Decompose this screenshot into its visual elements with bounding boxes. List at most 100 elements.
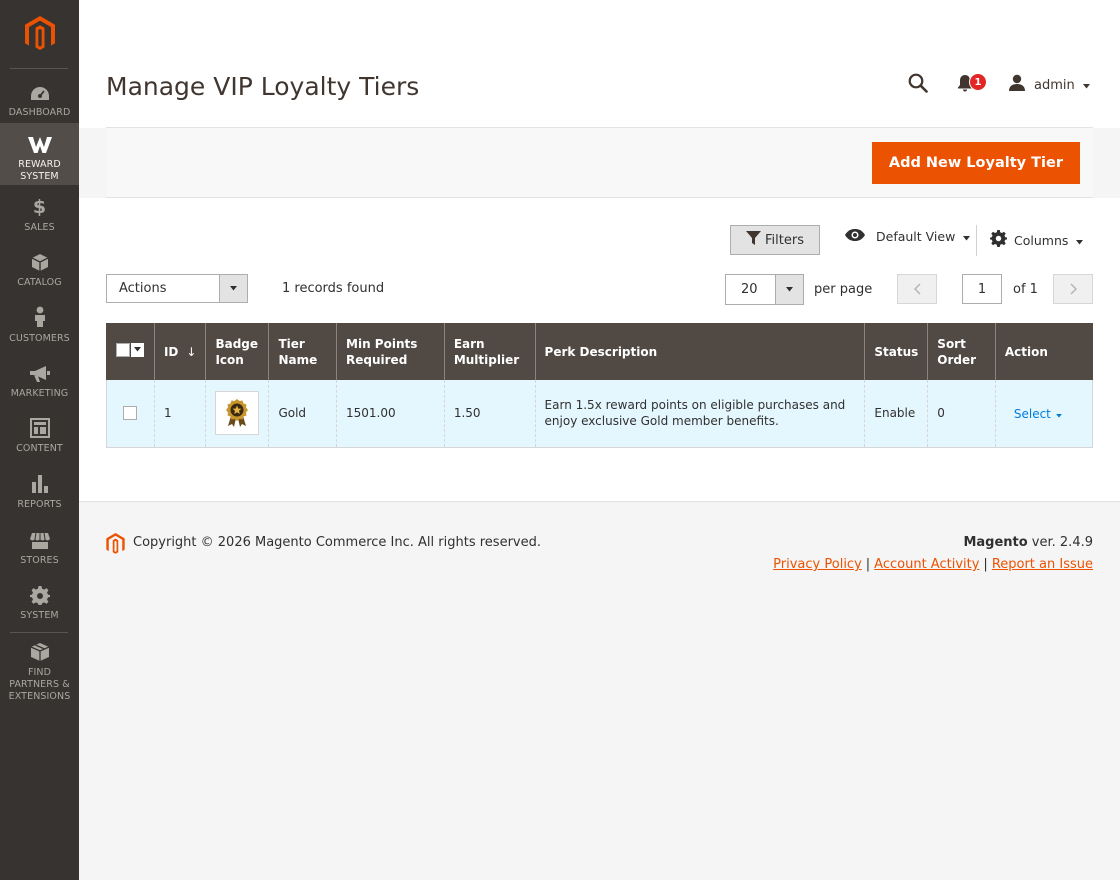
cube-icon [31,251,49,272]
footer-version: Magento ver. 2.4.9 [963,535,1093,550]
chevron-down-icon [963,229,971,244]
column-header-label: Perk Description [544,344,658,359]
column-header-tier-name[interactable]: Tier Name [268,323,337,380]
report-issue-link[interactable]: Report an Issue [992,557,1093,572]
cell-status: Enable [864,380,928,448]
column-header-status[interactable]: Status [864,323,928,380]
cell-tier-name: Gold [268,380,337,448]
sidebar-item-label: REWARD SYSTEM [18,159,61,182]
previous-page-button[interactable] [897,274,937,304]
sidebar-item-system[interactable]: SYSTEM [0,584,79,622]
sidebar-item-sales[interactable]: $ SALES [0,196,79,234]
sidebar-item-stores[interactable]: STORES [0,529,79,567]
chevron-down-icon [219,275,247,302]
sidebar-item-dashboard[interactable]: DASHBOARD [0,80,79,120]
sidebar-item-marketing[interactable]: MARKETING [0,362,79,400]
sidebar-item-reports[interactable]: REPORTS [0,473,79,511]
magento-logo[interactable] [0,0,79,68]
total-pages-label: of 1 [1013,282,1038,297]
cell-badge-icon [205,380,269,448]
column-header-label: Status [874,344,919,359]
mass-select-header[interactable] [106,323,155,380]
column-header-id[interactable]: ID ↓ [153,323,206,380]
column-header-badge-icon[interactable]: Badge Icon [205,323,269,380]
megaphone-icon [29,362,51,383]
per-page-label: per page [814,282,873,297]
column-header-label: Min Points [346,336,418,351]
sidebar-item-reward-system[interactable]: REWARD SYSTEM [0,123,79,185]
column-header-action: Action [994,323,1093,380]
view-label: Default View [876,229,956,244]
column-header-label: Earn [453,336,485,351]
mass-select-checkbox[interactable] [116,342,130,357]
footer-divider [79,501,1120,502]
cell-earn-multiplier: 1.50 [443,380,536,448]
default-view-dropdown[interactable]: Default View [844,228,971,245]
sidebar-item-label: SALES [24,222,55,233]
cell-sort-order: 0 [927,380,996,448]
sidebar-item-find-partners[interactable]: FIND PARTNERS & EXTENSIONS [0,642,79,702]
column-header-label: Order [937,352,977,367]
column-header-label: Icon [215,352,244,367]
table-row[interactable]: 1 Gold 1501.00 1.50 Earn 1.5x reward poi… [106,380,1094,448]
link-separator: | [983,557,988,572]
page-title: Manage VIP Loyalty Tiers [106,72,420,101]
notification-count-badge[interactable]: 1 [969,73,987,91]
cell-min-points: 1501.00 [336,380,445,448]
column-header-sort-order[interactable]: Sort Order [927,323,996,380]
filter-funnel-icon [746,231,765,249]
footer-brand: Magento [963,535,1028,550]
sidebar-item-label: FIND PARTNERS & EXTENSIONS [8,667,71,702]
gear-icon [990,230,1007,250]
chevron-down-icon[interactable] [131,342,144,357]
footer-copyright: Copyright © 2026 Magento Commerce Inc. A… [133,535,541,550]
search-icon[interactable] [908,73,928,97]
grid-header-row: ID ↓ Badge Icon Tier Name Min Points Require… [106,323,1093,380]
current-page-input[interactable]: 1 [962,274,1002,304]
storefront-icon [29,529,51,550]
user-icon [1008,74,1026,96]
sidebar-item-label: SYSTEM [20,610,59,621]
mass-actions-select[interactable]: Actions [106,274,248,303]
add-new-loyalty-tier-button[interactable]: Add New Loyalty Tier [871,142,1080,184]
column-header-label: ID [163,344,179,359]
page-actions-bar: Add New Loyalty Tier [106,127,1093,198]
sidebar-divider [10,632,68,633]
filters-label: Filters [765,232,804,248]
column-header-label: Tier [278,336,305,351]
mass-select-dropdown[interactable] [116,342,144,357]
dollar-icon: $ [32,196,47,218]
sort-desc-arrow-icon: ↓ [186,344,197,359]
box-icon [30,642,50,662]
sidebar-item-label: DASHBOARD [8,107,71,118]
per-page-select[interactable]: 20 [725,274,804,305]
admin-sidebar: DASHBOARD REWARD SYSTEM $ SALES CATALOG … [0,0,79,880]
columns-dropdown[interactable]: Columns [990,230,1084,250]
main-content: Manage VIP Loyalty Tiers 1 admin Add New… [79,0,1120,880]
column-header-label: Multiplier [453,352,520,367]
column-header-label: Name [278,352,318,367]
account-activity-link[interactable]: Account Activity [874,557,979,572]
column-header-earn-multiplier[interactable]: Earn Multiplier [443,323,536,380]
column-header-label: Badge [215,336,259,351]
sidebar-item-content[interactable]: CONTENT [0,417,79,455]
cell-perk-description: Earn 1.5x reward points on eligible purc… [534,380,865,448]
columns-label: Columns [1014,232,1069,248]
sidebar-item-customers[interactable]: CUSTOMERS [0,306,79,344]
admin-user-menu[interactable]: admin [1008,74,1090,96]
gold-medal-icon [226,399,249,428]
privacy-policy-link[interactable]: Privacy Policy [773,557,862,572]
filters-button[interactable]: Filters [730,225,820,255]
admin-username: admin [1034,77,1075,93]
gear-icon [29,584,50,605]
sidebar-item-catalog[interactable]: CATALOG [0,251,79,289]
row-action-select[interactable]: Select [1014,406,1062,422]
sidebar-item-label: REPORTS [17,499,62,510]
row-action-label: Select [1013,407,1051,422]
row-checkbox[interactable] [123,406,137,421]
chevron-down-icon [1076,233,1084,248]
badge-thumbnail[interactable] [215,391,260,436]
column-header-min-points[interactable]: Min Points Required [336,323,445,380]
next-page-button[interactable] [1053,274,1093,304]
column-header-perk-description[interactable]: Perk Description [534,323,865,380]
